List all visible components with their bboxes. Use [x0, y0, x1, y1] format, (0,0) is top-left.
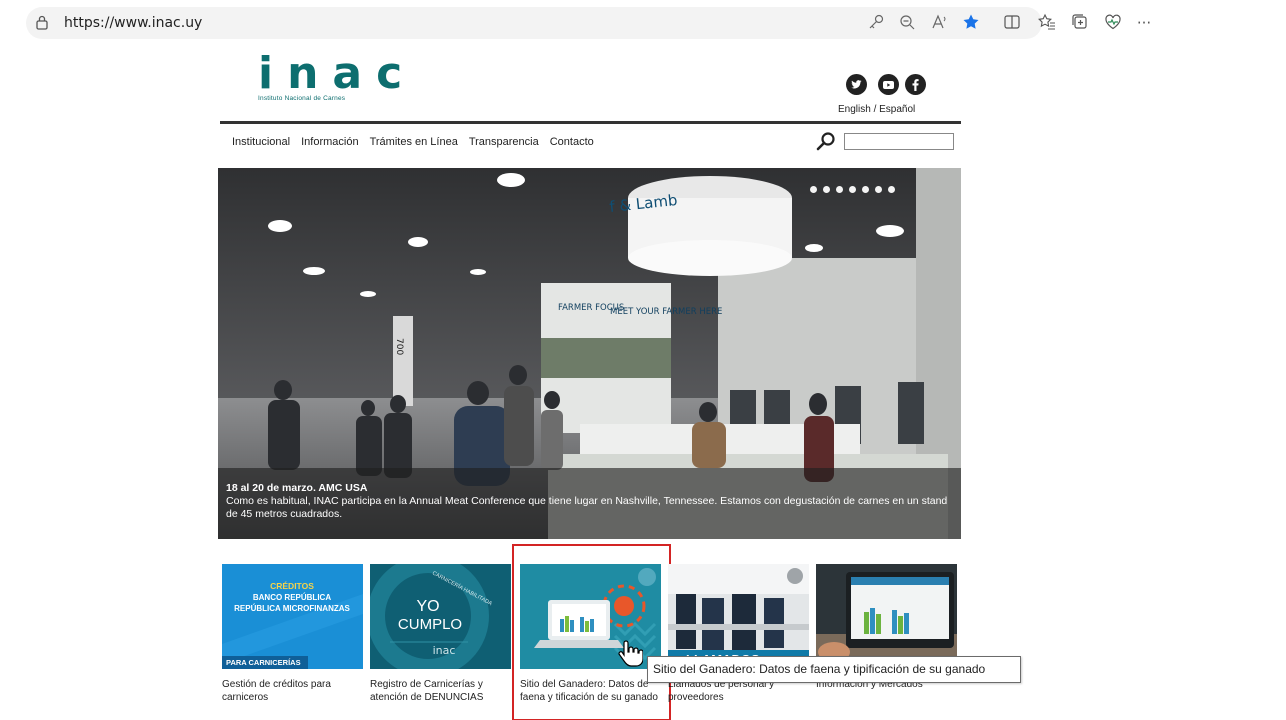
- slider-dot[interactable]: [862, 186, 869, 193]
- highlight-box: [512, 544, 671, 720]
- language-switcher[interactable]: English / Español: [838, 104, 915, 115]
- nav-item-institucional[interactable]: Institucional: [232, 136, 290, 148]
- url-text[interactable]: https://www.inac.uy: [64, 15, 202, 31]
- tile-creditos-tag: PARA CARNICERÍAS: [226, 658, 301, 667]
- read-aloud-icon[interactable]: [929, 13, 949, 33]
- key-icon[interactable]: [866, 13, 886, 33]
- favorites-icon[interactable]: [1037, 13, 1057, 33]
- facebook-icon[interactable]: [905, 74, 926, 95]
- tile-cumplo-text: CUMPLO: [398, 616, 462, 633]
- browser-toolbar: https://www.inac.uy ···: [0, 0, 1286, 46]
- pillar-text: 700: [394, 338, 404, 355]
- header-divider: [220, 121, 961, 124]
- slider-dot[interactable]: [888, 186, 895, 193]
- booth-right-text: MEET YOUR FARMER HERE: [610, 307, 722, 317]
- tile-creditos-title-3: REPÚBLICA MICROFINANZAS: [234, 604, 350, 613]
- slider-dot[interactable]: [836, 186, 843, 193]
- slider-dot[interactable]: [823, 186, 830, 193]
- caption-text: Como es habitual, INAC participa en la A…: [226, 495, 948, 520]
- tile-inac-text: inac: [433, 644, 456, 657]
- search-input[interactable]: [844, 133, 954, 150]
- lock-icon[interactable]: [36, 15, 48, 30]
- tile-informacion-mercados[interactable]: [816, 564, 957, 669]
- nav-item-transparencia[interactable]: Transparencia: [469, 136, 539, 148]
- nav-item-contacto[interactable]: Contacto: [550, 136, 594, 148]
- tile-yo-cumplo[interactable]: YO CUMPLO inac CARNICERÍA HABILITADA: [370, 564, 511, 669]
- nav-item-tramites[interactable]: Trámites en Línea: [370, 136, 458, 148]
- tooltip: Sitio del Ganadero: Datos de faena y tip…: [647, 656, 1021, 683]
- twitter-icon[interactable]: [846, 74, 867, 95]
- inac-logo[interactable]: inac Instituto Nacional de Carnes: [258, 48, 417, 103]
- slider-dot[interactable]: [849, 186, 856, 193]
- hero-caption[interactable]: 18 al 20 de marzo. AMC USA Como es habit…: [218, 468, 961, 539]
- caption-title: 18 al 20 de marzo. AMC USA: [226, 482, 368, 494]
- tile-creditos-title-2: BANCO REPÚBLICA: [253, 593, 331, 602]
- browser-essentials-icon[interactable]: [1103, 13, 1123, 33]
- hero-slider[interactable]: f & Lamb FARMER FOCUS MEET YOUR FARMER H…: [218, 168, 961, 539]
- tile-creditos[interactable]: CRÉDITOS BANCO REPÚBLICA REPÚBLICA MICRO…: [222, 564, 363, 669]
- tile-yo-text: YO: [416, 598, 439, 615]
- zoom-out-icon[interactable]: [897, 13, 917, 33]
- more-options-icon[interactable]: ···: [1134, 13, 1154, 33]
- favorite-star-icon[interactable]: [961, 13, 981, 33]
- nav-item-informacion[interactable]: Información: [301, 136, 358, 148]
- search-icon[interactable]: [816, 131, 836, 151]
- youtube-icon[interactable]: [878, 74, 899, 95]
- main-navigation: Institucional Información Trámites en Lí…: [232, 136, 594, 148]
- collections-icon[interactable]: [1070, 13, 1090, 33]
- hand-cursor-icon: [618, 640, 643, 667]
- tile-llamados[interactable]: LLAMADOS: [668, 564, 809, 669]
- slider-dot[interactable]: [875, 186, 882, 193]
- tile-creditos-label[interactable]: Gestión de créditos para carniceros: [222, 678, 368, 704]
- slider-dots: [810, 186, 895, 193]
- slider-dot[interactable]: [810, 186, 817, 193]
- tile-yo-cumplo-label[interactable]: Registro de Carnicerías y atención de DE…: [370, 678, 516, 704]
- tile-creditos-title-1: CRÉDITOS: [270, 581, 314, 591]
- logo-wordmark: inac: [258, 48, 417, 99]
- split-screen-icon[interactable]: [1002, 13, 1022, 33]
